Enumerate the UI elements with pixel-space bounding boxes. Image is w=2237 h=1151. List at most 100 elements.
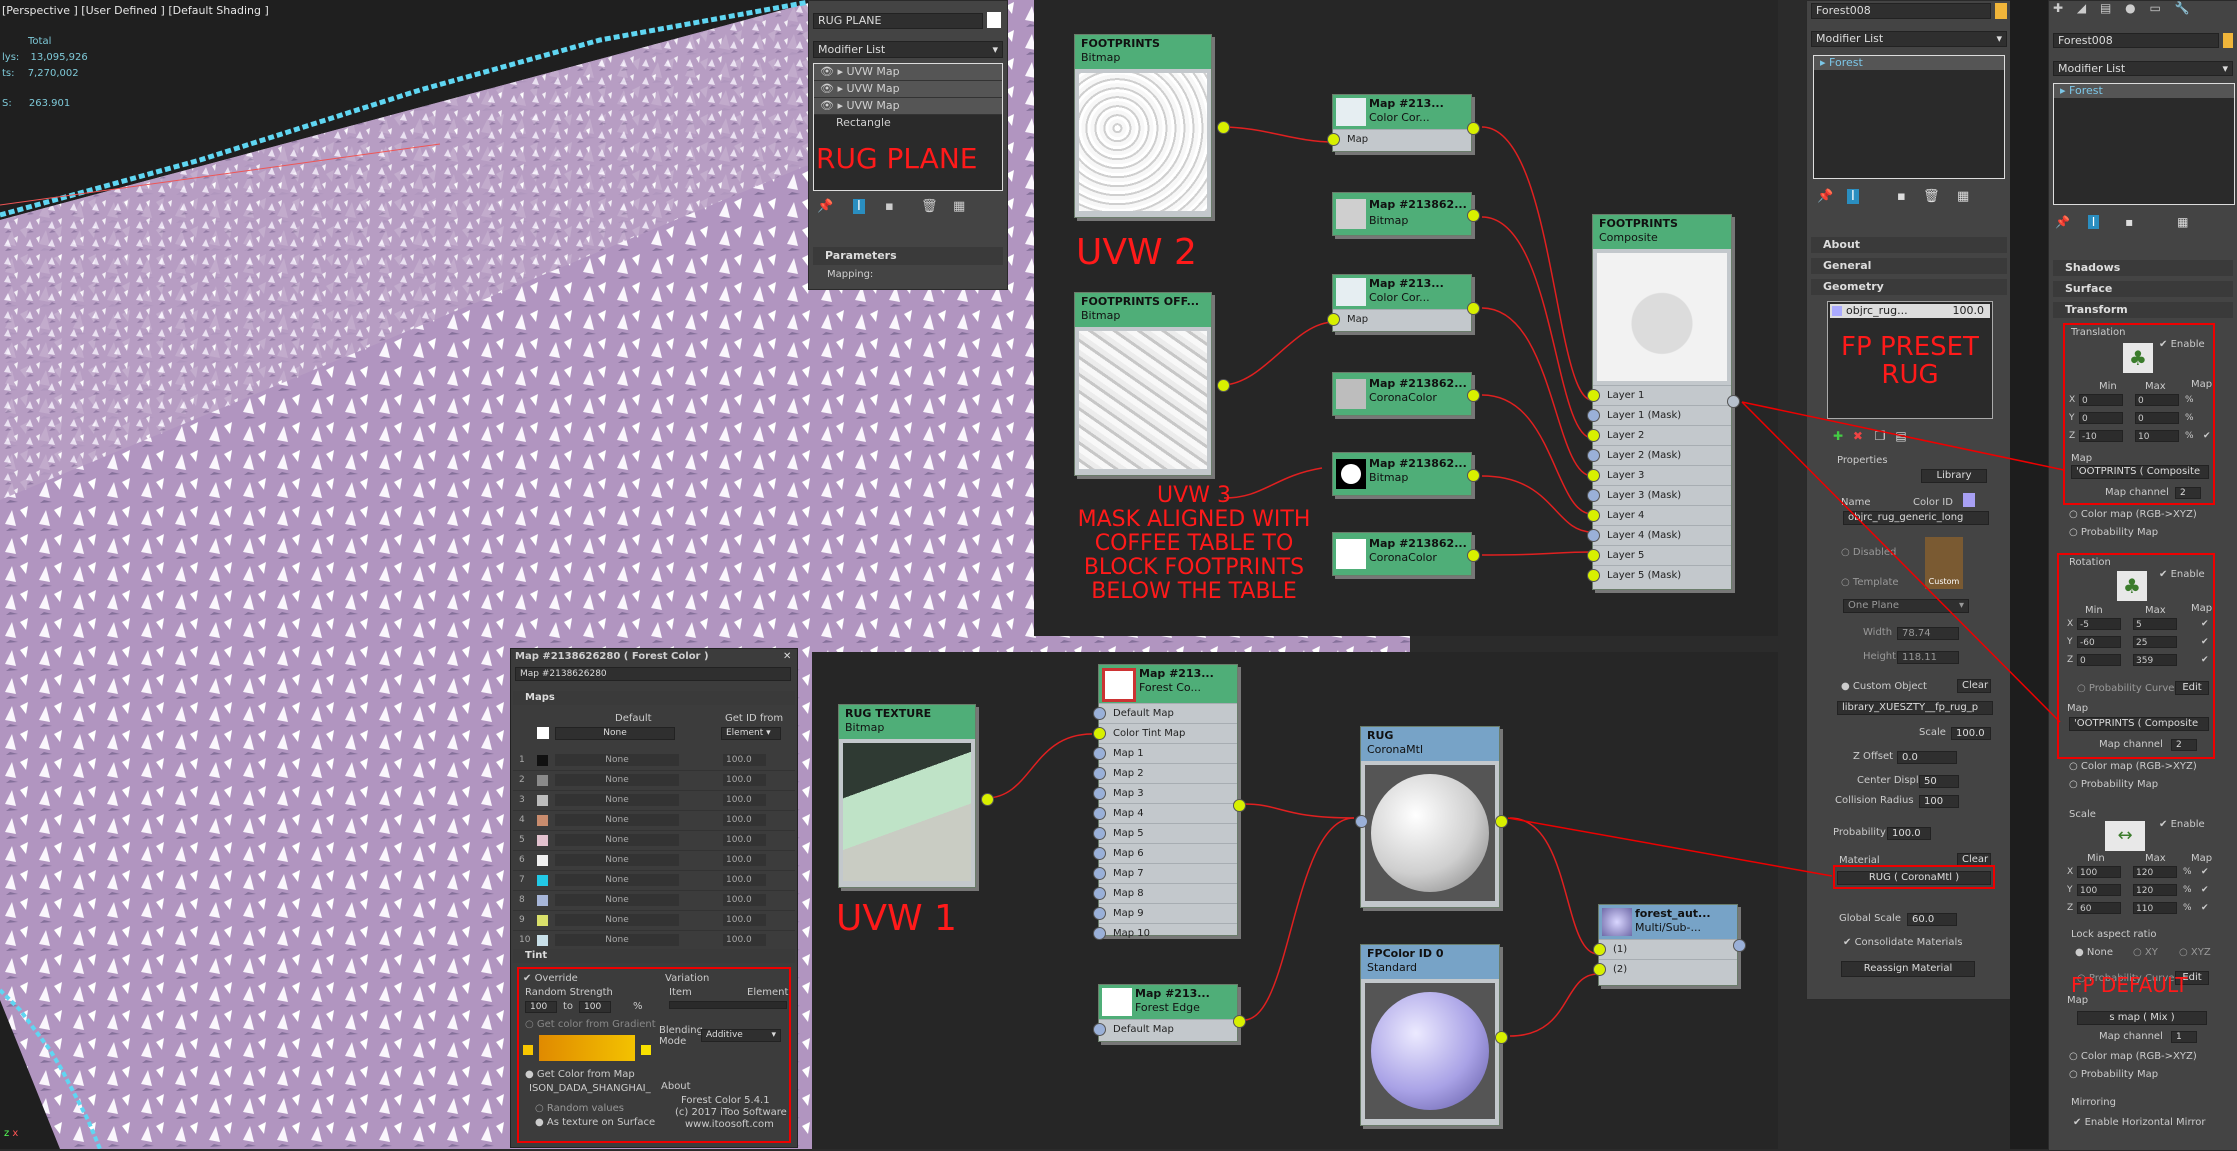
- color-id-swatch[interactable]: [1963, 493, 1975, 507]
- global-scale-field[interactable]: 60.0: [1907, 913, 1957, 926]
- forest-modifier-list[interactable]: Modifier List ▾: [1811, 31, 2007, 47]
- consolidate-checkbox[interactable]: ✔ Consolidate Materials: [1843, 937, 1962, 948]
- far-object-field[interactable]: Forest008: [2053, 33, 2219, 48]
- map-toggle-checkbox[interactable]: ✔: [2203, 431, 2211, 441]
- footprints-off-bitmap-node[interactable]: FOOTPRINTS OFF... Bitmap: [1074, 292, 1230, 476]
- general-rollout[interactable]: General: [1811, 258, 2007, 274]
- lock-xyz-radio[interactable]: ○ XYZ: [2179, 947, 2211, 958]
- row-color-swatch[interactable]: [537, 895, 548, 906]
- add-icon[interactable]: ✚: [1833, 429, 1843, 443]
- forest-color-slot[interactable]: Default Map: [1093, 703, 1237, 723]
- s-prob-map-checkbox[interactable]: ○ Probability Map: [2069, 1069, 2158, 1080]
- row-color-swatch[interactable]: [537, 875, 548, 886]
- composite-layer-slot[interactable]: Layer 3 (Mask): [1587, 485, 1731, 505]
- edge-default-map-slot[interactable]: Default Map: [1093, 1019, 1237, 1039]
- composite-layer-slot[interactable]: Layer 3: [1587, 465, 1731, 485]
- forest-object-field[interactable]: Forest008: [1811, 3, 1991, 19]
- library-button[interactable]: Library: [1921, 469, 1987, 483]
- input-socket[interactable]: [1093, 747, 1106, 760]
- forest-color-slot[interactable]: Map 1: [1093, 743, 1237, 763]
- library-path-field[interactable]: library_XUESZTY__fp_rug_p: [1837, 701, 1993, 715]
- output-socket[interactable]: [1467, 469, 1480, 482]
- row-color-swatch[interactable]: [537, 935, 548, 946]
- min-field[interactable]: 60: [2077, 902, 2121, 914]
- rug-corona-mtl-node[interactable]: RUG CoronaMtl: [1355, 726, 1508, 908]
- configure-icon[interactable]: ▦: [953, 199, 965, 214]
- min-field[interactable]: -5: [2077, 618, 2121, 630]
- modify-tab-icon[interactable]: ◢: [2077, 1, 2086, 15]
- map-toggle-checkbox[interactable]: ✔: [2201, 619, 2209, 629]
- row-map-button[interactable]: None: [555, 934, 679, 946]
- slate-editor-bottom[interactable]: RUG TEXTURE Bitmap UVW 1 Map #213... Fores…: [812, 652, 1778, 1149]
- surface-rollout[interactable]: Surface: [2053, 281, 2233, 297]
- input-socket[interactable]: [1093, 727, 1106, 740]
- color-correction-node-2[interactable]: Map #213... Color Cor... Map: [1327, 274, 1480, 332]
- custom-thumbnail[interactable]: Custom: [1925, 537, 1963, 589]
- override-checkbox[interactable]: ✔ Override: [523, 973, 578, 984]
- input-socket[interactable]: [1587, 489, 1600, 502]
- max-field[interactable]: 120: [2133, 866, 2177, 878]
- composite-layer-slot[interactable]: Layer 5: [1587, 545, 1731, 565]
- row-map-button[interactable]: None: [555, 914, 679, 926]
- utilities-tab-icon[interactable]: 🔧: [2175, 1, 2190, 15]
- input-socket[interactable]: [1093, 867, 1106, 880]
- max-field[interactable]: 0: [2135, 412, 2179, 424]
- min-field[interactable]: 100: [2077, 866, 2121, 878]
- t-color-map-checkbox[interactable]: ○ Color map (RGB->XYZ): [2069, 509, 2197, 520]
- composite-layer-slot[interactable]: Layer 1 (Mask): [1587, 405, 1731, 425]
- r-map-button[interactable]: 'OOTPRINTS ( Composite: [2069, 717, 2209, 731]
- stack-item-uvw1[interactable]: 👁 ▸ UVW Map: [814, 64, 1002, 81]
- far-object-swatch[interactable]: [2223, 33, 2233, 48]
- max-field[interactable]: 359: [2133, 654, 2177, 666]
- fpcolor-standard-node[interactable]: FPColor ID 0 Standard: [1360, 944, 1508, 1126]
- random-values-radio[interactable]: ○ Random values: [535, 1103, 624, 1114]
- input-socket[interactable]: [1093, 847, 1106, 860]
- output-socket[interactable]: [1727, 395, 1740, 408]
- input-socket[interactable]: [1093, 887, 1106, 900]
- remove-icon[interactable]: ✖: [1853, 429, 1863, 443]
- output-socket[interactable]: [1233, 799, 1246, 812]
- composite-layer-slot[interactable]: Layer 2 (Mask): [1587, 445, 1731, 465]
- zoffset-field[interactable]: 0.0: [1897, 751, 1957, 764]
- pin-icon[interactable]: 📌: [817, 199, 833, 214]
- min-field[interactable]: 0: [2079, 394, 2123, 406]
- row-color-swatch[interactable]: [537, 775, 548, 786]
- rs-to-field[interactable]: 100: [579, 1001, 611, 1013]
- row-color-swatch[interactable]: [537, 815, 548, 826]
- max-field[interactable]: 110: [2133, 902, 2177, 914]
- corona-color-node-a[interactable]: Map #213862... CoronaColor: [1332, 372, 1480, 416]
- bitmap-node-a[interactable]: Map #213862... Bitmap: [1332, 192, 1480, 236]
- variation-slider[interactable]: [669, 1001, 787, 1009]
- hierarchy-tab-icon[interactable]: ▤: [2100, 1, 2111, 15]
- map-toggle-checkbox[interactable]: ✔: [2201, 903, 2209, 913]
- stack-item-rectangle[interactable]: Rectangle: [814, 115, 1002, 131]
- get-id-dropdown[interactable]: Element ▾: [721, 727, 781, 740]
- forest-color-slot[interactable]: Map 10: [1093, 923, 1237, 943]
- translation-enable-checkbox[interactable]: ✔ Enable: [2159, 339, 2205, 350]
- max-field[interactable]: 10: [2135, 430, 2179, 442]
- scale-enable-checkbox[interactable]: ✔ Enable: [2159, 819, 2205, 830]
- transform-rollout[interactable]: Transform: [2053, 302, 2233, 318]
- reassign-button[interactable]: Reassign Material: [1841, 961, 1975, 977]
- t-map-button[interactable]: 'OOTPRINTS ( Composite: [2071, 465, 2209, 479]
- row-color-swatch[interactable]: [537, 915, 548, 926]
- close-icon[interactable]: ✕: [783, 651, 791, 662]
- output-socket[interactable]: [1495, 815, 1508, 828]
- output-socket[interactable]: [1467, 302, 1480, 315]
- multi-slot-1[interactable]: (1): [1593, 939, 1737, 959]
- map-toggle-checkbox[interactable]: ✔: [2201, 885, 2209, 895]
- color-map-name[interactable]: ISON_DADA_SHANGHAI_I: [529, 1083, 651, 1094]
- custom-object-radio[interactable]: ● Custom Object: [1841, 681, 1927, 692]
- row-percent-field[interactable]: 100.0: [723, 934, 766, 946]
- row-percent-field[interactable]: 100.0: [723, 814, 766, 826]
- forest-color-slot[interactable]: Color Tint Map: [1093, 723, 1237, 743]
- multi-slot-2[interactable]: (2): [1593, 959, 1737, 979]
- lock-xy-radio[interactable]: ○ XY: [2133, 947, 2158, 958]
- footprints-composite-node[interactable]: FOOTPRINTS Composite Layer 1 Layer 1 (Mask…: [1587, 214, 1740, 590]
- clear-object-button[interactable]: Clear: [1957, 679, 1991, 693]
- input-socket[interactable]: [1355, 815, 1368, 828]
- row-percent-field[interactable]: 100.0: [723, 914, 766, 926]
- modifier-list-dropdown[interactable]: Modifier List ▾: [813, 41, 1003, 58]
- motion-tab-icon[interactable]: ●: [2125, 1, 2135, 15]
- composite-layer-slot[interactable]: Layer 2: [1587, 425, 1731, 445]
